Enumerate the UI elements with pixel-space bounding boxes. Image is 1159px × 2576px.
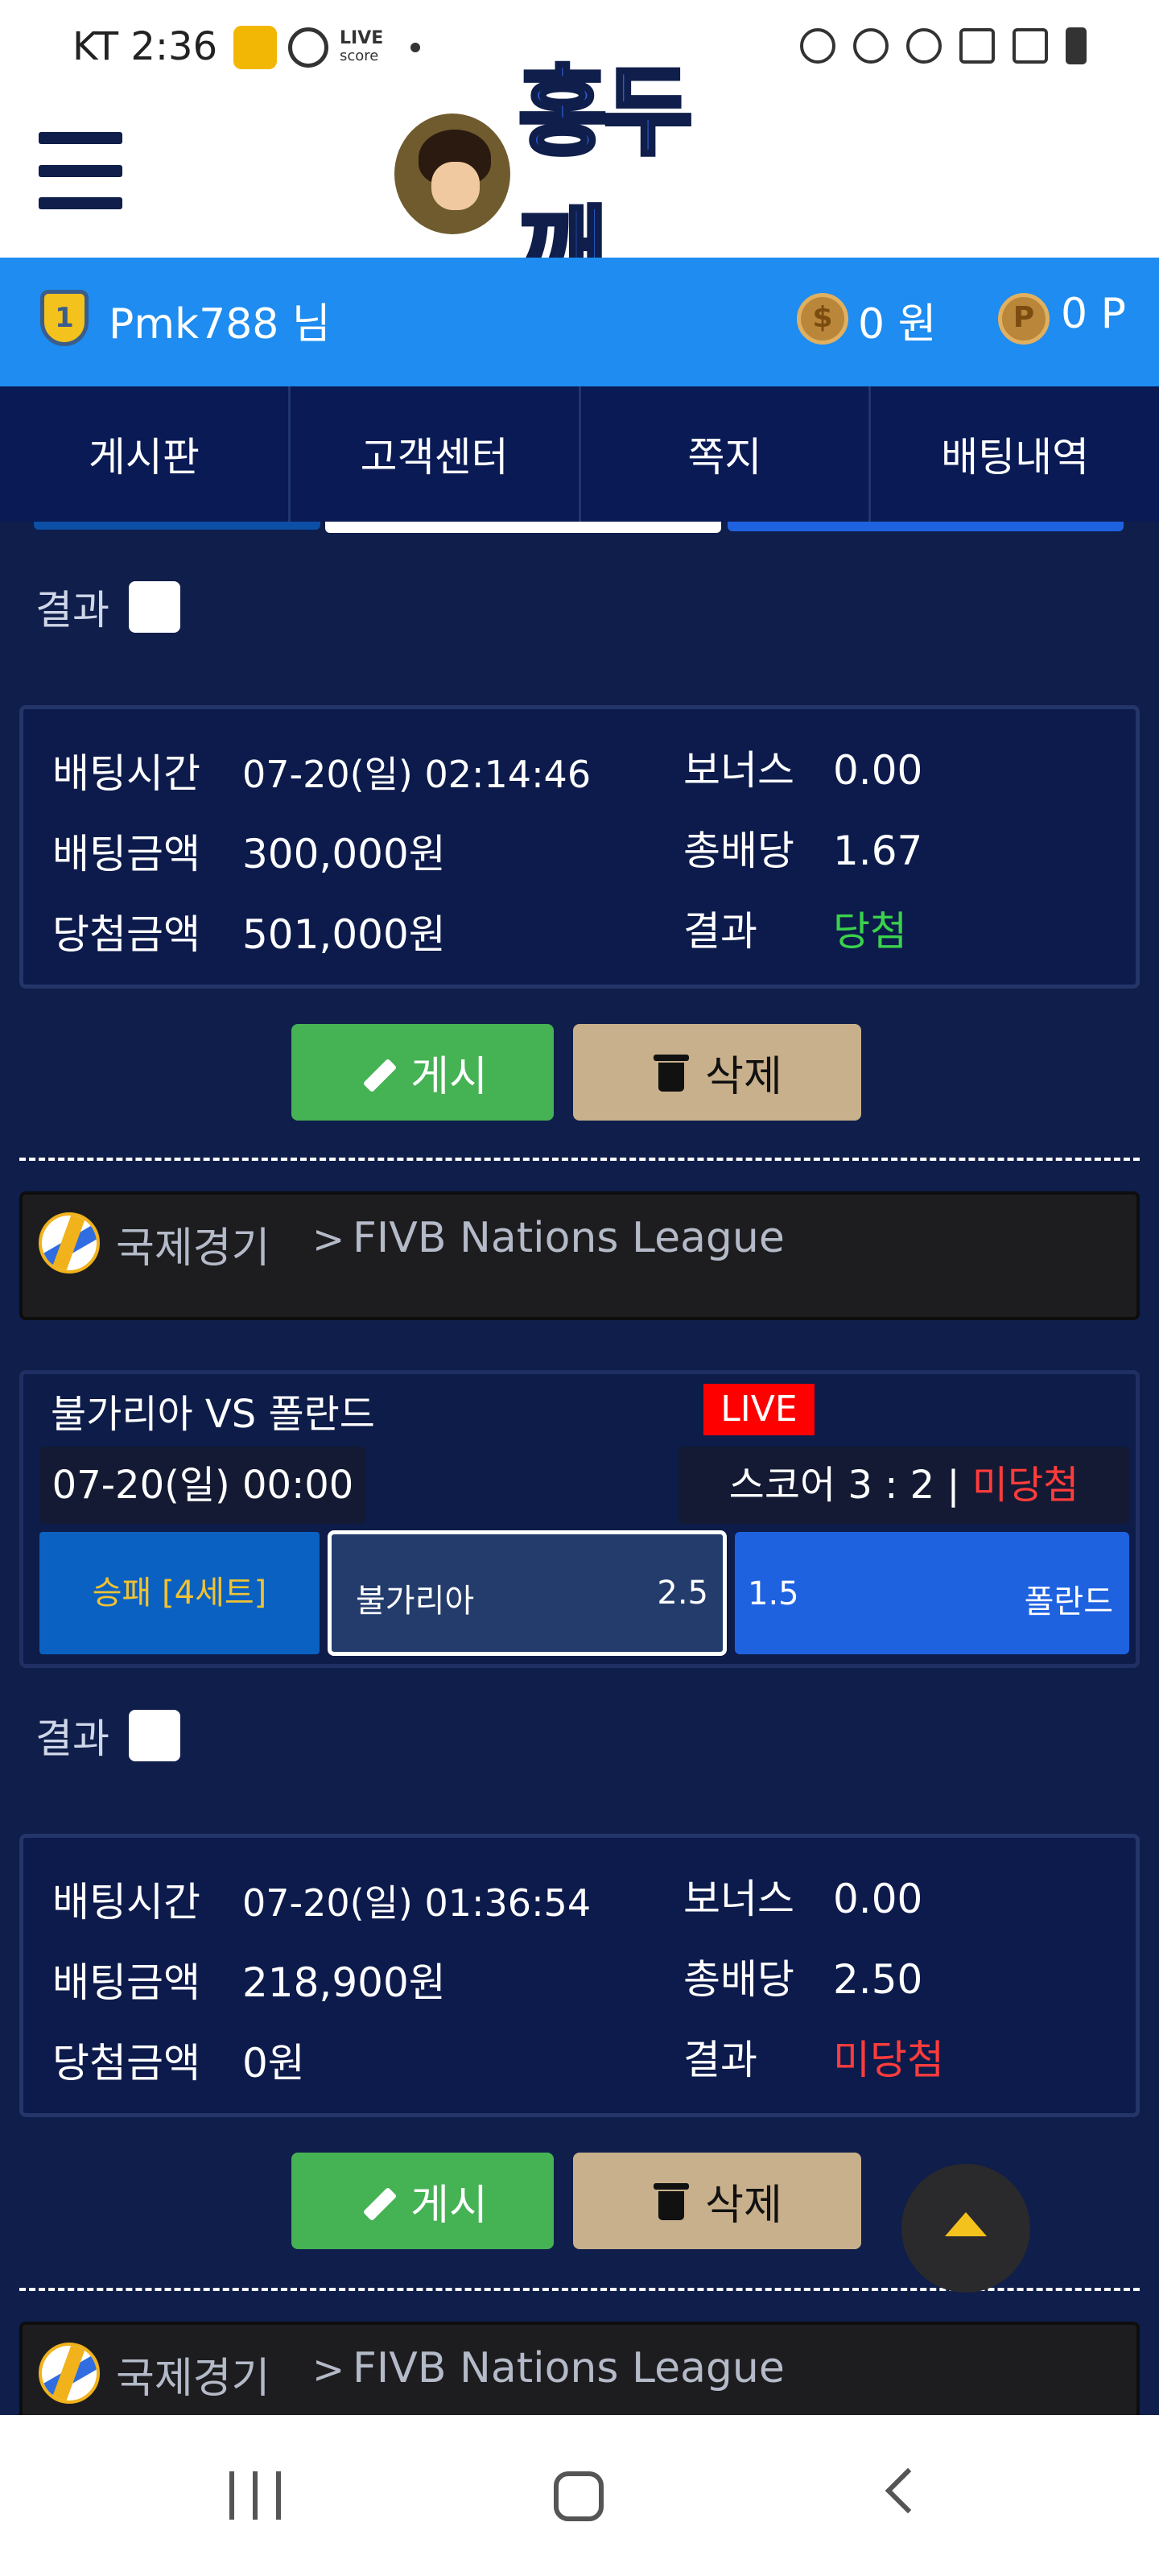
bet-result-status: 당첨	[833, 908, 907, 955]
main-nav: 게시판 고객센터 쪽지 배팅내역	[0, 386, 1159, 522]
home-icon[interactable]	[554, 2471, 604, 2521]
bet-amount: 300,000원	[242, 831, 446, 877]
away-selection[interactable]: 1.5 폴란드	[735, 1532, 1129, 1654]
hamburger-menu-icon[interactable]	[39, 132, 122, 209]
market-type: 승패 [4세트]	[39, 1532, 320, 1654]
wifi-icon	[906, 28, 942, 64]
coin-icon: $	[797, 293, 848, 345]
tab-customer-center[interactable]: 고객센터	[291, 386, 581, 522]
home-selection[interactable]: 불가리아 2.5	[328, 1530, 727, 1656]
scroll-top-icon[interactable]	[901, 2164, 1030, 2293]
previous-selection-row	[0, 522, 1159, 536]
league-category: 국제경기	[116, 2355, 270, 2403]
home-odds: 2.5	[657, 1575, 708, 1612]
total-odds: 1.67	[833, 828, 923, 874]
volleyball-icon	[39, 1212, 100, 1274]
post-button[interactable]: 게시	[291, 1024, 554, 1121]
point-icon: P	[998, 293, 1050, 345]
more-notifications-icon	[410, 43, 421, 52]
league-header: 국제경기 > FIVB Nations League	[19, 1191, 1140, 1320]
away-team-name: 폴란드	[1024, 1583, 1113, 1620]
divider	[19, 1158, 1140, 1161]
status-time: KT 2:36	[72, 24, 218, 69]
pencil-icon	[357, 2182, 396, 2220]
bet-time: 07-20(일) 02:14:46	[242, 753, 592, 796]
system-navigation-bar	[0, 2415, 1159, 2576]
user-bar: 1 Pmk788 님 $ 0 원 P 0 P	[0, 258, 1159, 386]
league-name: FIVB Nations League	[353, 1214, 785, 1262]
league-name: FIVB Nations League	[353, 2344, 785, 2392]
bet-info-box: 배팅시간 07-20(일) 02:14:46 배팅금액 300,000원 당첨금액 5…	[19, 705, 1140, 989]
result-filter: 결과	[35, 1707, 180, 1765]
tab-board[interactable]: 게시판	[0, 386, 291, 522]
site-header: 홍두깨	[0, 56, 1159, 312]
level-shield-icon: 1	[40, 290, 89, 346]
league-header: 국제경기 > FIVB Nations League	[19, 2322, 1140, 2415]
tab-bet-history[interactable]: 배팅내역	[871, 386, 1159, 522]
match-score: 스코어 3 : 2 | 미당첨	[678, 1447, 1129, 1524]
back-icon[interactable]	[885, 2467, 931, 2514]
live-score-icon: LIVE score	[340, 28, 384, 65]
trash-icon	[652, 2182, 691, 2220]
username[interactable]: Pmk788 님	[109, 290, 331, 350]
cash-balance[interactable]: 0 원	[858, 290, 936, 350]
bet-result-status: 미당첨	[833, 2037, 944, 2083]
match-card: 불가리아 VS 폴란드 LIVE 07-20(일) 00:00 스코어 3 : …	[19, 1370, 1140, 1668]
volleyball-icon	[39, 2343, 100, 2404]
mute-icon	[853, 28, 889, 64]
recents-icon[interactable]	[229, 2471, 281, 2520]
league-category: 국제경기	[116, 1224, 270, 1273]
trash-icon	[652, 1053, 691, 1092]
match-teams: 불가리아 VS 폴란드	[51, 1392, 375, 1437]
post-button[interactable]: 게시	[291, 2153, 554, 2249]
point-balance[interactable]: 0 P	[1061, 290, 1126, 338]
notification-icon	[288, 27, 328, 68]
chevron-right-icon: >	[312, 1217, 345, 1262]
live-badge: LIVE	[703, 1384, 815, 1435]
match-date: 07-20(일) 00:00	[39, 1447, 366, 1524]
site-logo[interactable]: 홍두깨	[394, 56, 765, 312]
result-checkbox[interactable]	[129, 581, 180, 633]
bet-info-box: 배팅시간 07-20(일) 01:36:54 배팅금액 218,900원 당첨금액 0…	[19, 1834, 1140, 2117]
signal-icon	[1013, 28, 1048, 64]
pencil-icon	[357, 1053, 396, 1092]
bonus-value: 0.00	[833, 747, 923, 794]
delete-button[interactable]: 삭제	[573, 1024, 861, 1121]
bet-history-list: 결과 배팅시간 07-20(일) 02:14:46 배팅금액 300,000원 당첨…	[0, 522, 1159, 2415]
home-team-name: 불가리아	[356, 1583, 475, 1620]
battery-icon	[1066, 27, 1087, 64]
bet-amount: 218,900원	[242, 1959, 446, 2006]
win-amount: 0원	[242, 2040, 305, 2087]
bonus-value: 0.00	[833, 1876, 923, 1922]
logo-character-icon	[394, 114, 510, 234]
kb-app-icon	[233, 26, 277, 69]
total-odds: 2.50	[833, 1956, 923, 2003]
away-odds: 1.5	[748, 1575, 799, 1612]
result-checkbox[interactable]	[129, 1710, 180, 1761]
alarm-icon	[800, 28, 835, 64]
tab-messages[interactable]: 쪽지	[581, 386, 872, 522]
delete-button[interactable]: 삭제	[573, 2153, 861, 2249]
result-filter: 결과	[35, 578, 180, 636]
hd-icon	[959, 28, 995, 64]
win-amount: 501,000원	[242, 911, 446, 958]
bet-time: 07-20(일) 01:36:54	[242, 1881, 592, 1925]
chevron-right-icon: >	[312, 2347, 345, 2392]
